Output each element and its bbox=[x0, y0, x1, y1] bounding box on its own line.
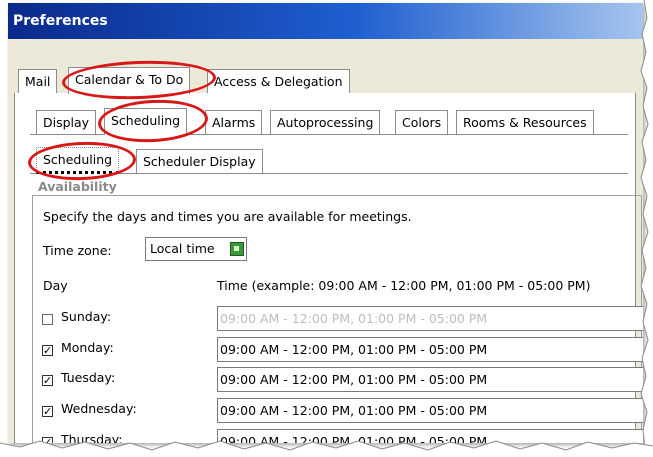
timezone-value: Local time bbox=[150, 241, 215, 256]
wednesday-checkbox[interactable]: ✓ bbox=[42, 406, 53, 417]
torn-edge-right bbox=[640, 0, 653, 457]
tab-autoprocessing[interactable]: Autoprocessing bbox=[270, 110, 381, 134]
timezone-select[interactable]: Local time bbox=[145, 237, 247, 261]
tab-mail[interactable]: Mail bbox=[18, 69, 58, 93]
tuesday-time-input[interactable]: 09:00 AM - 12:00 PM, 01:00 PM - 05:00 PM bbox=[217, 367, 643, 392]
monday-checkbox[interactable]: ✓ bbox=[42, 345, 53, 356]
sunday-checkbox[interactable] bbox=[42, 314, 53, 325]
wednesday-label: Wednesday: bbox=[61, 401, 137, 416]
tab-scheduler-display[interactable]: Scheduler Display bbox=[136, 149, 263, 173]
availability-intro: Specify the days and times you are avail… bbox=[43, 209, 412, 224]
tuesday-checkbox[interactable]: ✓ bbox=[42, 375, 53, 386]
tab-display[interactable]: Display bbox=[36, 110, 97, 134]
sunday-label: Sunday: bbox=[61, 309, 112, 324]
monday-time-input[interactable]: 09:00 AM - 12:00 PM, 01:00 PM - 05:00 PM bbox=[217, 337, 643, 362]
time-column-header: Time (example: 09:00 AM - 12:00 PM, 01:0… bbox=[217, 278, 591, 293]
tab-rooms-resources[interactable]: Rooms & Resources bbox=[456, 110, 594, 134]
torn-edge-bottom bbox=[0, 440, 653, 457]
tab-alarms[interactable]: Alarms bbox=[205, 110, 263, 134]
timezone-label: Time zone: bbox=[43, 243, 112, 258]
timezone-picker-icon[interactable] bbox=[230, 242, 244, 256]
preferences-window: Preferences Mail Calendar & To Do Access… bbox=[8, 3, 643, 443]
tab-colors[interactable]: Colors bbox=[395, 110, 449, 134]
day-column-header: Day bbox=[43, 278, 68, 293]
subsubtab-row-divider bbox=[30, 173, 628, 174]
window-title: Preferences bbox=[8, 3, 643, 39]
availability-group-title: Availability bbox=[38, 179, 117, 194]
tab-access-delegation[interactable]: Access & Delegation bbox=[207, 69, 350, 93]
tab-calendar-todo[interactable]: Calendar & To Do bbox=[68, 67, 191, 94]
monday-label: Monday: bbox=[61, 340, 114, 355]
tab-scheduling-sub[interactable]: Scheduling bbox=[36, 147, 120, 174]
tab-scheduling[interactable]: Scheduling bbox=[104, 108, 188, 135]
wednesday-time-input[interactable]: 09:00 AM - 12:00 PM, 01:00 PM - 05:00 PM bbox=[217, 398, 643, 423]
sunday-time-input[interactable]: 09:00 AM - 12:00 PM, 01:00 PM - 05:00 PM bbox=[217, 306, 643, 331]
tuesday-label: Tuesday: bbox=[61, 370, 116, 385]
